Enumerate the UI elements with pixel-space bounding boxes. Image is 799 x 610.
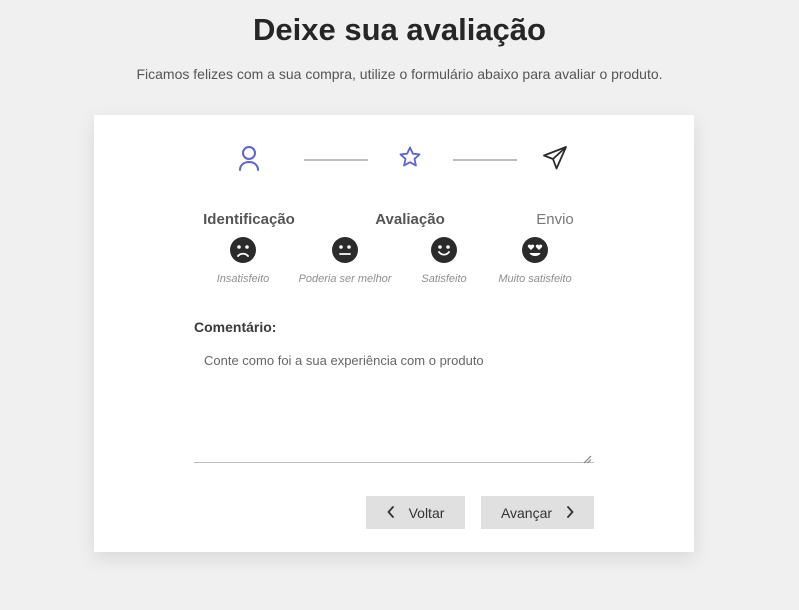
resize-grip-icon[interactable]	[582, 451, 592, 464]
next-button-label: Avançar	[500, 504, 553, 521]
comment-label: Comentário:	[194, 319, 277, 335]
step-connector	[453, 159, 517, 161]
neutral-face-icon[interactable]	[332, 237, 358, 263]
step-label-identification: Identificação	[203, 211, 295, 228]
star-icon	[398, 145, 422, 174]
chevron-right-icon	[566, 505, 574, 521]
back-button[interactable]: Voltar	[366, 496, 465, 529]
step-connector	[304, 159, 368, 161]
user-icon	[237, 145, 261, 176]
back-button-label: Voltar	[408, 504, 445, 521]
send-icon	[542, 145, 568, 176]
chevron-left-icon	[387, 505, 395, 521]
heart-eyes-face-icon[interactable]	[522, 237, 548, 263]
rating-label: Muito satisfeito	[498, 273, 572, 285]
step-label-send: Envio	[536, 211, 574, 228]
sad-face-icon[interactable]	[230, 237, 256, 263]
next-button[interactable]: Avançar	[481, 496, 594, 529]
page-title: Deixe sua avaliação	[253, 12, 546, 47]
comment-textarea[interactable]	[194, 345, 594, 463]
page-subtitle: Ficamos felizes com a sua compra, utiliz…	[136, 66, 663, 82]
step-label-evaluation: Avaliação	[375, 211, 445, 228]
smile-face-icon[interactable]	[431, 237, 457, 263]
review-form-card: Identificação Avaliação Envio Insatisfei…	[94, 115, 694, 552]
